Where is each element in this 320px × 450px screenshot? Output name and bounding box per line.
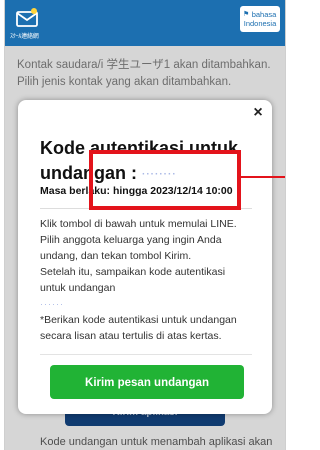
top-header-bar: ｽｸｰﾙ連絡網 ⚑ bahasa Indonesia	[5, 0, 285, 46]
instruction-line: untuk undangan	[40, 282, 116, 294]
app-name: ｽｸｰﾙ連絡網	[10, 33, 39, 40]
instruction-note-line: *Berikan kode autentikasi untuk undangan	[40, 314, 237, 326]
invitation-code-dialog: × Kode autentikasi untuk undangan : ····…	[18, 100, 272, 414]
highlight-annotation-box	[89, 150, 241, 210]
language-icon: ⚑	[243, 11, 250, 18]
divider	[40, 354, 252, 355]
instruction-note-line: secara lisan atau tertulis di atas kerta…	[40, 330, 222, 342]
instruction-line: undang, dan tekan tombol Kirim.	[40, 250, 192, 262]
language-toggle-button[interactable]: ⚑ bahasa Indonesia	[240, 6, 280, 32]
app-page: ｽｸｰﾙ連絡網 ⚑ bahasa Indonesia Kontak saudar…	[4, 0, 286, 450]
instruction-line: Setelah itu, sampaikan kode autentikasi	[40, 266, 226, 278]
instruction-line: Klik tombol di bawah untuk memulai LINE.	[40, 218, 237, 230]
send-invitation-message-button[interactable]: Kirim pesan undangan	[50, 365, 244, 399]
instruction-line-with-code: untuk undangan ······	[40, 280, 260, 312]
instruction-line: Pilih anggota keluarga yang ingin Anda	[40, 234, 222, 246]
inline-invitation-code: ······	[40, 299, 64, 309]
highlight-pointer-line	[241, 176, 285, 178]
language-label-line2: Indonesia	[243, 19, 277, 28]
instructions-text: Klik tombol di bawah untuk memulai LINE.…	[40, 216, 260, 344]
close-dialog-button[interactable]: ×	[250, 104, 266, 122]
